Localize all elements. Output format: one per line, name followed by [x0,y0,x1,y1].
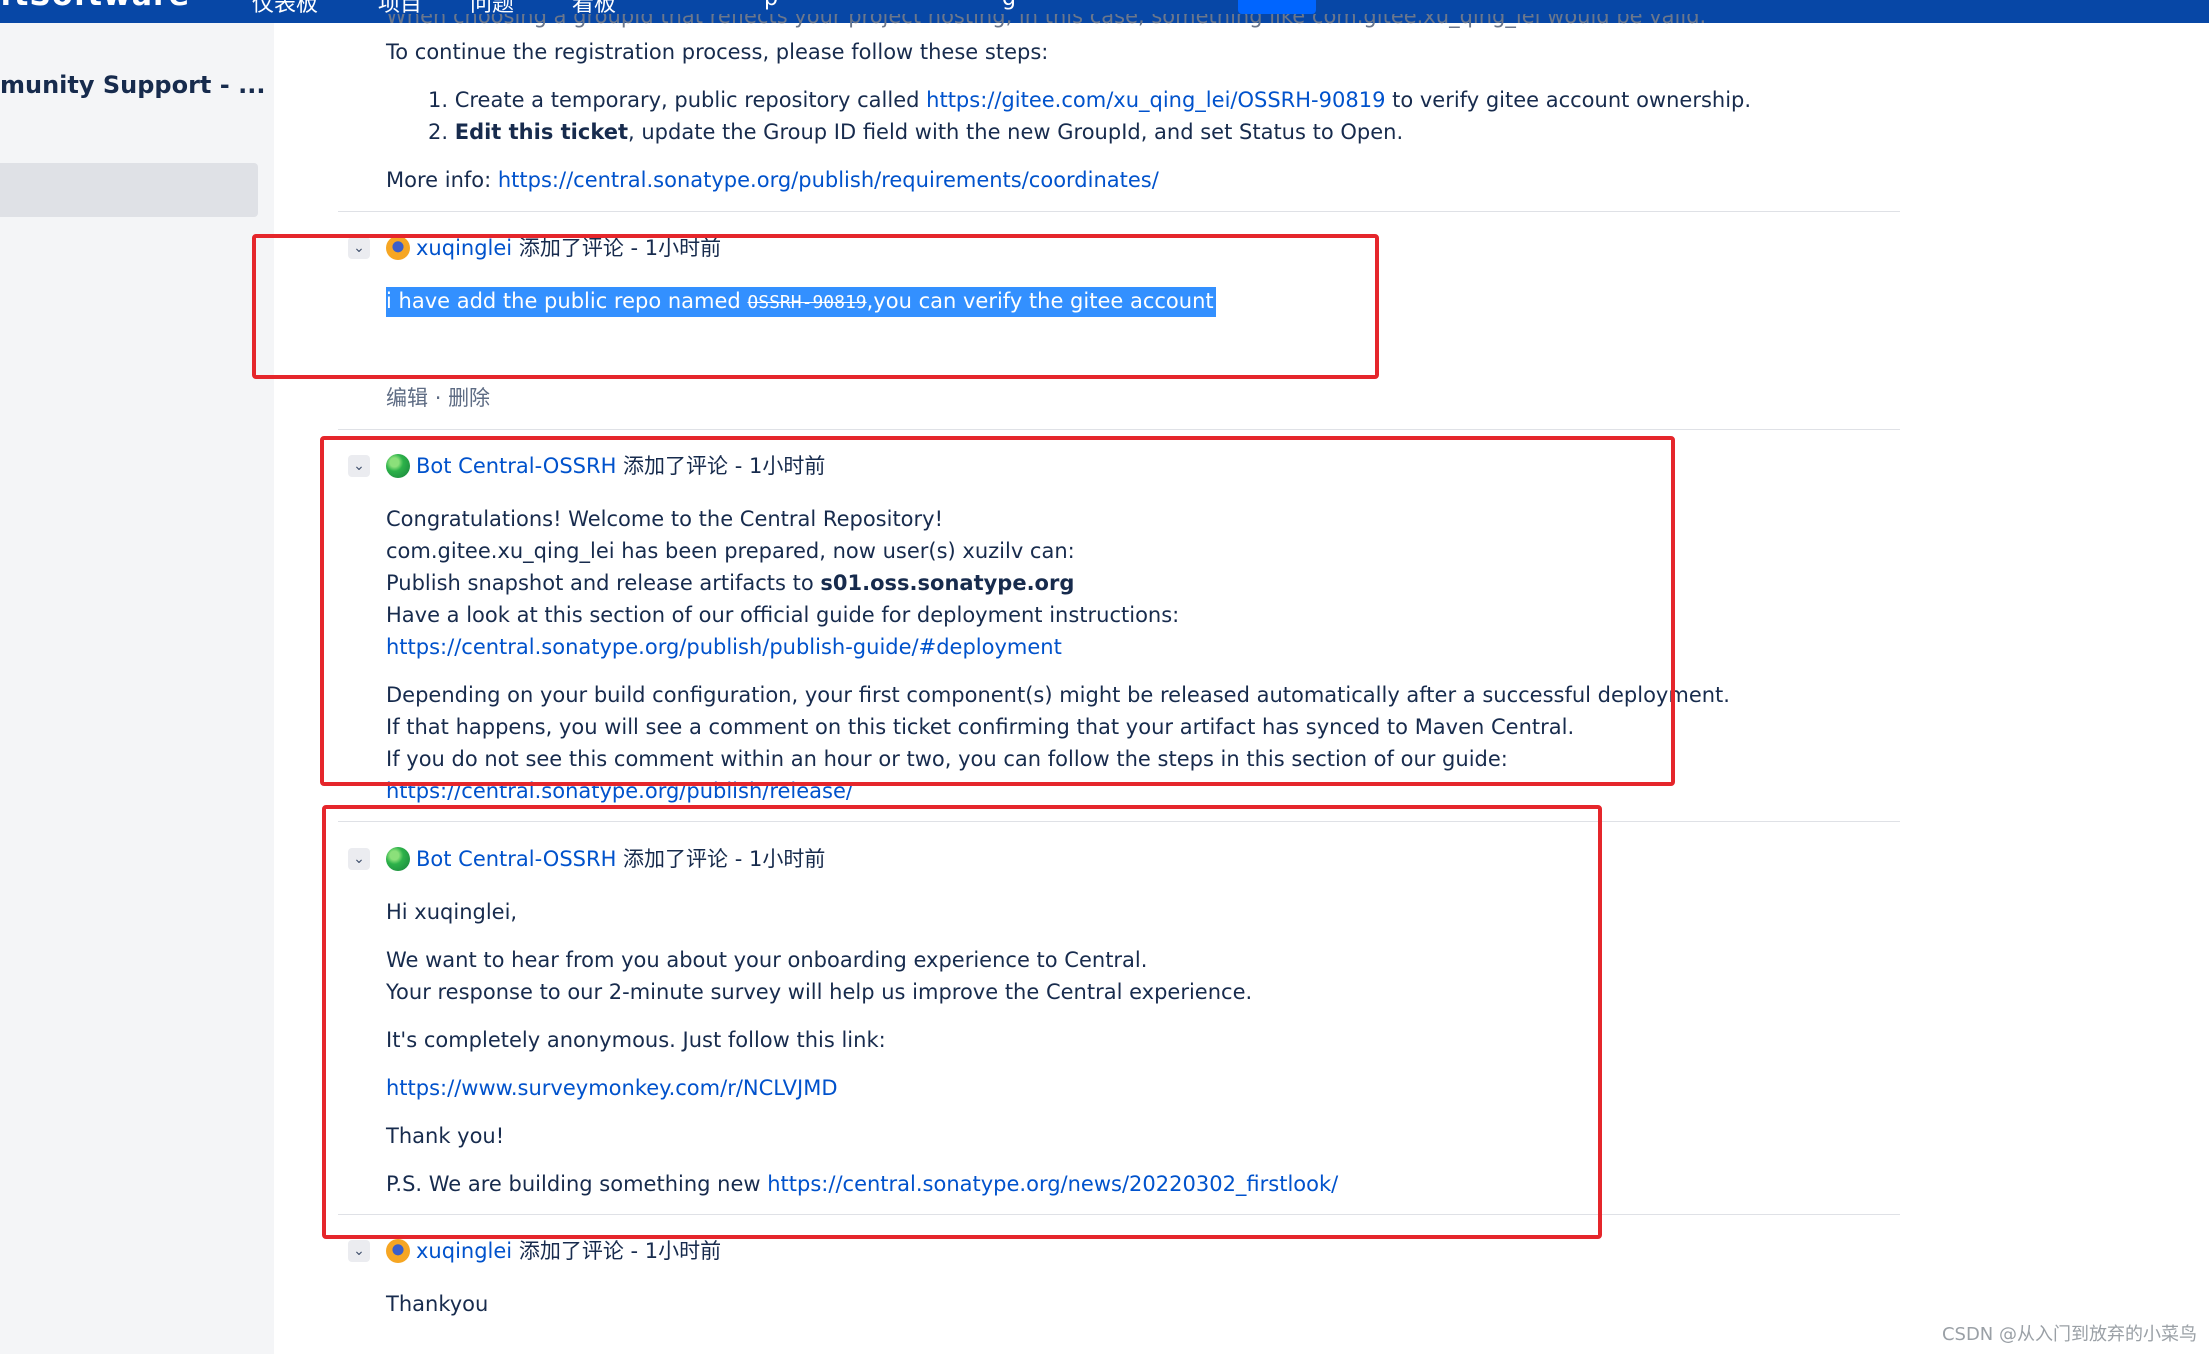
comment-author[interactable]: xuqinglei [416,1239,512,1263]
project-sidebar: munity Support - ... [0,23,274,1354]
user-avatar-icon[interactable] [386,1239,410,1263]
highlight-box [322,805,1602,1239]
comment-meta: 添加了评论 - 1小时前 [512,1239,722,1263]
highlight-box [320,436,1675,786]
step-1: 1. Create a temporary, public repository… [428,88,1752,112]
sidebar-active-item[interactable] [0,163,258,217]
divider [338,211,1900,212]
comment-line: Thankyou [386,1292,489,1316]
app-brand[interactable]: ftSoftware [0,0,190,13]
comment-actions: 编辑 · 删除 [386,386,491,410]
watermark: CSDN @从入门到放弃的小菜鸟 [1941,1324,2197,1345]
chevron-down-icon[interactable]: ⌄ [348,1240,370,1262]
coordinates-link[interactable]: https://central.sonatype.org/publish/req… [498,168,1159,192]
project-name[interactable]: munity Support - ... [0,71,265,99]
highlight-box [252,234,1379,379]
step-2: 2. Edit this ticket, update the Group ID… [428,120,1404,144]
more-info: More info: https://central.sonatype.org/… [386,168,1159,192]
nav-item-dashboard[interactable]: 仪表板 [252,0,318,18]
comment-header: xuqinglei 添加了评论 - 1小时前 [416,1237,721,1265]
divider [338,429,1900,430]
description-cut-line: When choosing a groupId that reflects yo… [386,4,1707,28]
repo-link[interactable]: https://gitee.com/xu_qing_lei/OSSRH-9081… [926,88,1385,112]
edit-link[interactable]: 编辑 [386,386,428,410]
description-continue: To continue the registration process, pl… [386,40,1049,64]
delete-link[interactable]: 删除 [448,386,490,410]
